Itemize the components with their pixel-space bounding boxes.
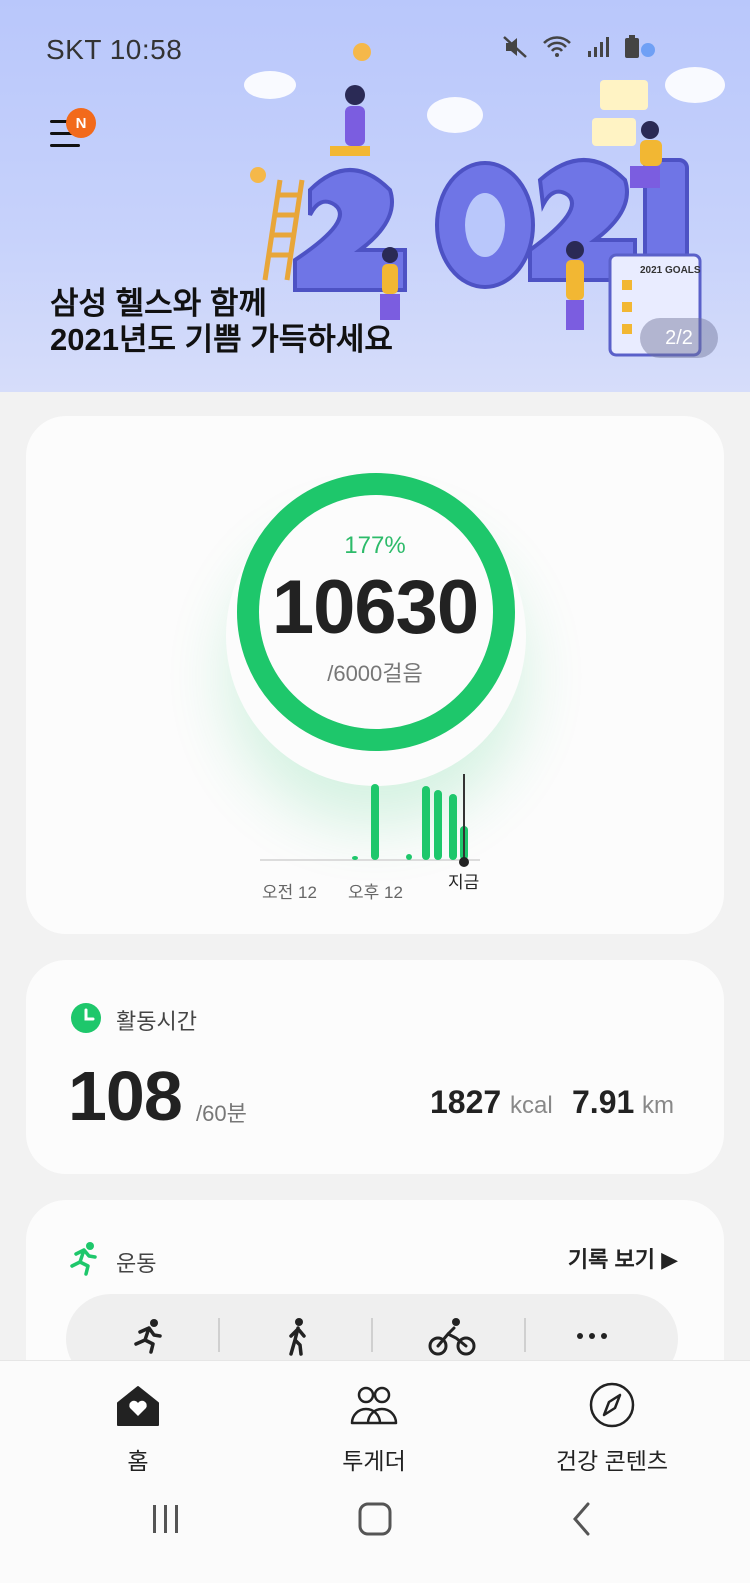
banner-line-1: 삼성 헬스와 함께 xyxy=(50,286,267,321)
separator xyxy=(524,1318,526,1352)
tab-together[interactable]: 투게더 xyxy=(274,1381,474,1476)
bottom-navigation: 홈 투게더 건강 콘텐츠 xyxy=(0,1360,750,1583)
tab-health-content-label: 건강 콘텐츠 xyxy=(555,1448,669,1474)
people-icon xyxy=(350,1386,398,1425)
hour-bar xyxy=(449,794,457,860)
now-marker-dot xyxy=(459,857,469,867)
steps-count: 10630 xyxy=(271,565,479,650)
steps-card[interactable]: 177% 10630 /6000걸음 오전 12 오후 12 지금 xyxy=(26,416,724,934)
separator xyxy=(371,1318,373,1352)
activity-minutes: 108 xyxy=(68,1057,183,1135)
steps-goal: /6000걸음 xyxy=(327,661,423,686)
back-button[interactable] xyxy=(552,1489,612,1549)
separator xyxy=(218,1318,220,1352)
clock-icon xyxy=(71,1003,101,1033)
more-icon[interactable] xyxy=(572,1316,612,1356)
runner-icon xyxy=(70,1242,97,1276)
kcal-unit: kcal xyxy=(510,1092,553,1119)
tab-home-label: 홈 xyxy=(127,1448,149,1474)
distance-unit: km xyxy=(642,1092,674,1119)
tab-home[interactable]: 홈 xyxy=(38,1381,238,1476)
tab-together-label: 투게더 xyxy=(342,1448,406,1474)
axis-now-label: 지금 xyxy=(448,873,480,892)
view-history-link[interactable]: 기록 보기 ▶ xyxy=(568,1242,678,1274)
art-goals-text: 2021 GOALS xyxy=(640,265,701,276)
activity-title: 활동시간 xyxy=(116,1009,197,1034)
hour-bar xyxy=(406,854,412,860)
walking-icon[interactable] xyxy=(278,1316,318,1356)
promo-banner[interactable]: SKT 10:58 N 2021 GOALS 삼성 헬스와 함께 2021년도 … xyxy=(0,0,750,392)
back-icon xyxy=(573,1502,590,1536)
status-carrier-time: SKT 10:58 xyxy=(46,34,183,65)
compass-icon xyxy=(589,1382,635,1428)
hour-bar xyxy=(352,856,358,860)
cycling-icon[interactable] xyxy=(428,1316,476,1356)
exercise-title: 운동 xyxy=(116,1251,157,1276)
kcal-value: 1827 xyxy=(430,1084,502,1120)
steps-percent: 177% xyxy=(344,532,406,559)
axis-am-label: 오전 12 xyxy=(262,883,317,902)
activity-time-card[interactable]: 활동시간 108 /60분 1827 kcal 7.91 km xyxy=(26,960,724,1174)
activity-goal: /60분 xyxy=(196,1101,247,1126)
recent-apps-button[interactable] xyxy=(136,1489,196,1549)
notification-badge: N xyxy=(66,108,96,138)
home-system-button[interactable] xyxy=(345,1489,405,1549)
recent-apps-icon xyxy=(153,1505,178,1533)
home-icon xyxy=(117,1386,159,1426)
banner-line-2: 2021년도 기쁨 가득하세요 xyxy=(50,322,393,357)
distance-value: 7.91 xyxy=(572,1084,635,1120)
running-icon[interactable] xyxy=(128,1316,168,1356)
axis-pm-label: 오후 12 xyxy=(348,883,403,902)
hour-bar xyxy=(434,790,442,860)
home-square-icon xyxy=(358,1502,392,1536)
tab-health-content[interactable]: 건강 콘텐츠 xyxy=(512,1381,712,1476)
hour-bar xyxy=(422,786,430,860)
banner-pager: 2/2 xyxy=(640,318,718,358)
banner-headline: 삼성 헬스와 함께 2021년도 기쁨 가득하세요 xyxy=(50,286,393,358)
hour-bar xyxy=(371,784,379,860)
